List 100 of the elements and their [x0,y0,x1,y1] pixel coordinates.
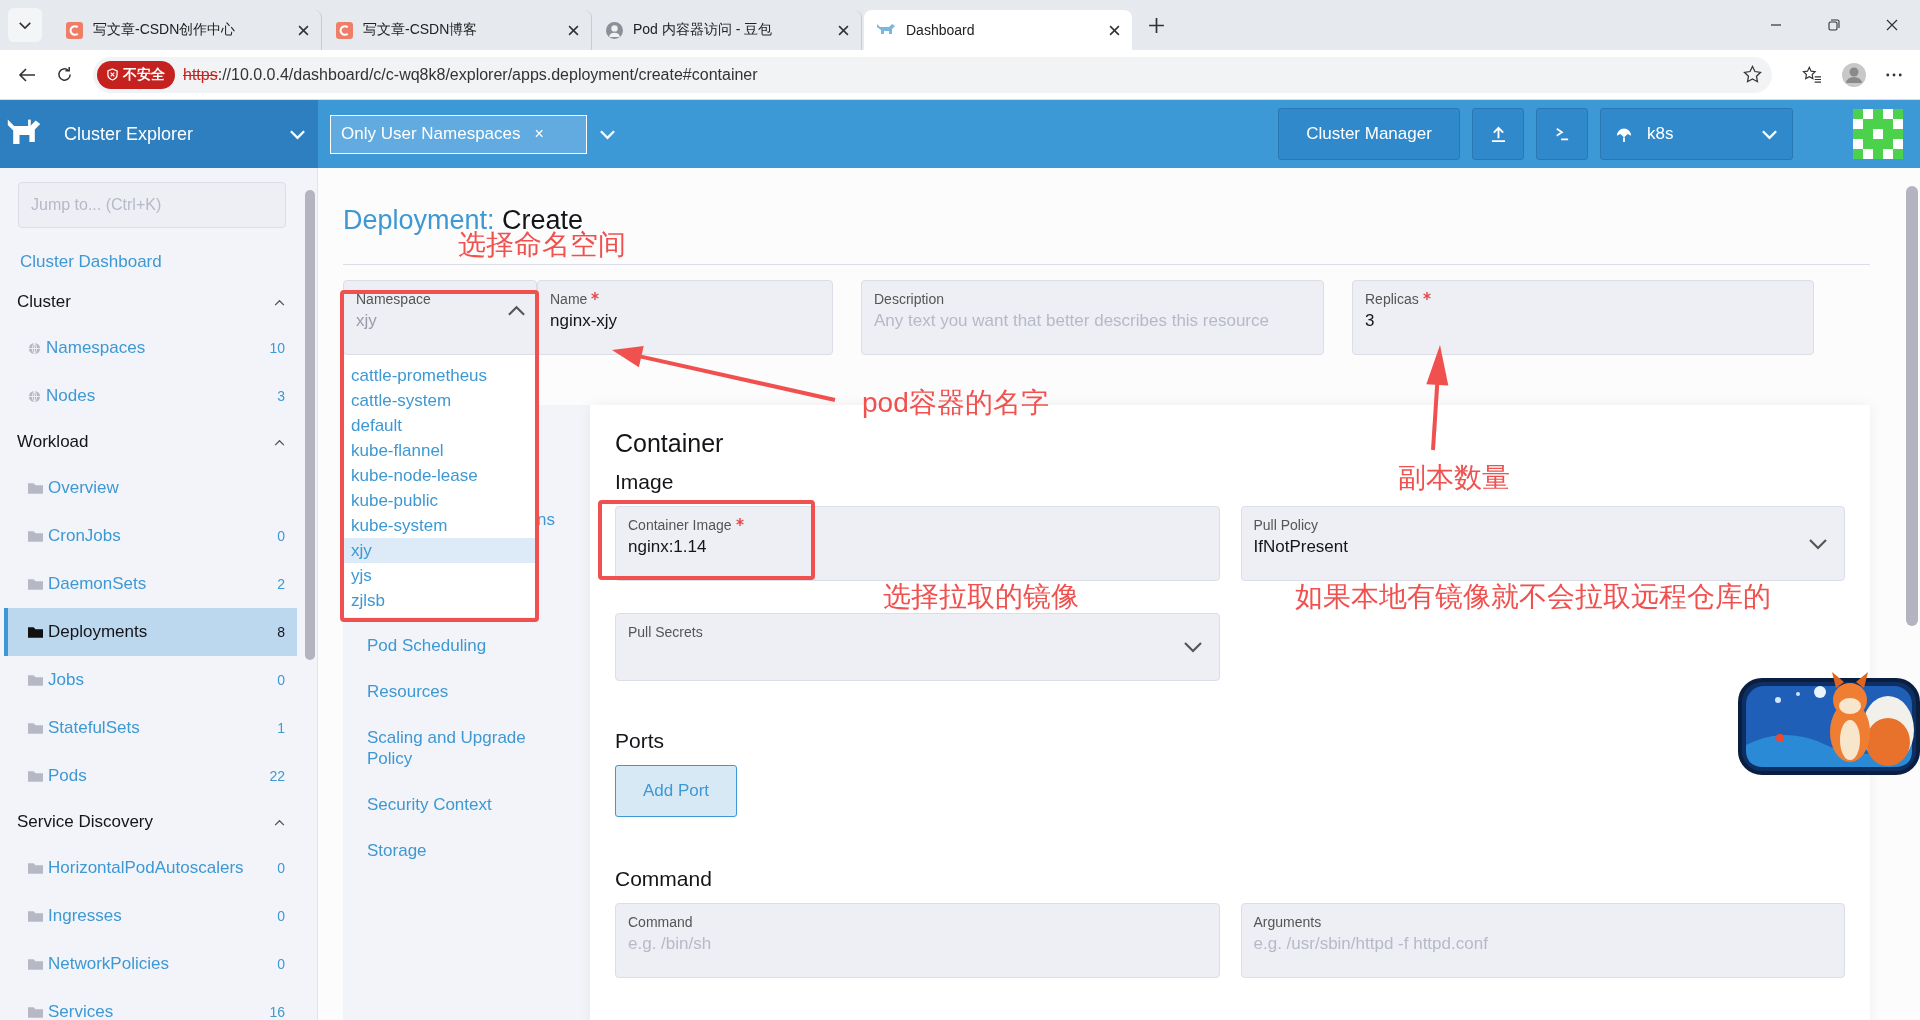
tab-favicon-icon [336,21,353,39]
field-label: Arguments [1253,914,1323,930]
sidebar-item[interactable]: CronJobs 0 [4,512,297,560]
section-link[interactable]: Resources [367,681,547,702]
prompt-icon [1555,127,1569,141]
close-icon[interactable] [1109,24,1120,36]
star-icon[interactable] [1743,65,1762,84]
chevron-down-icon[interactable] [599,128,616,140]
section-link[interactable]: Pod Scheduling [367,635,547,656]
section-link[interactable]: Scaling and Upgrade Policy [367,727,547,769]
restore-icon[interactable] [1828,19,1840,31]
input-field[interactable]: Name nginx-xjy [537,280,833,355]
chip-remove[interactable]: × [534,125,544,143]
new-tab-icon[interactable] [1148,16,1165,34]
back-icon[interactable] [18,66,36,83]
section-link[interactable]: Security Context [367,794,547,815]
more-icon[interactable] [1886,72,1902,77]
globe-icon [28,389,41,403]
close-icon[interactable] [838,24,849,36]
sidebar-item[interactable]: Nodes 3 [4,372,297,420]
input-field[interactable]: Description Any text you want that better describes this resource [861,280,1324,355]
upload-icon [1490,125,1506,143]
dropdown-option[interactable]: kube-flannel [343,438,537,463]
input-field[interactable]: Container Image nginx:1.14 [615,506,1220,581]
chevron-down-icon [1182,641,1203,653]
favorites-icon[interactable] [1802,65,1822,84]
count: 0 [277,528,285,544]
dropdown-option[interactable]: cattle-system [343,388,537,413]
cow-logo-icon [876,23,896,37]
address-field[interactable]: 不安全 https://10.0.0.4/dashboard/c/c-wq8k8/explorer/apps.deployment/create#container [93,56,1772,93]
input-field[interactable]: Replicas 3 [1352,280,1814,355]
browser-tab[interactable]: Dashboard [864,10,1132,50]
dropdown-option[interactable]: yjs [343,563,537,588]
group-title: Workload [17,432,90,452]
sidebar-item[interactable]: DaemonSets 2 [4,560,297,608]
sidebar-item[interactable]: HorizontalPodAutoscalers 0 [4,844,297,892]
section-heading: Image [615,470,674,494]
placeholder-text: e.g. /usr/sbin/httpd -f httpd.conf [1253,934,1488,954]
nav-group-header[interactable]: Workload [4,420,297,464]
upload-button[interactable] [1472,108,1524,160]
annotation-text: 选择拉取的镜像 [883,582,1079,612]
count: 3 [277,388,285,404]
sidebar-item[interactable]: Pods 22 [4,752,297,800]
field-value: xjy [356,311,377,331]
count: 0 [277,860,285,876]
dropdown-option[interactable]: xjy [343,538,537,563]
placeholder-text: Any text you want that better describes this resource [874,311,1269,331]
field-label: Pull Policy [1253,517,1320,533]
annotation-text: 如果本地有镜像就不会拉取远程仓库的 [1295,582,1771,612]
required-icon [591,292,600,300]
folder-icon [28,578,43,590]
count: 10 [269,340,285,356]
product-menu[interactable]: Cluster Explorer [0,100,318,168]
input-field[interactable]: Arguments e.g. /usr/sbin/httpd -f httpd.conf [1240,903,1845,978]
select-field[interactable]: Pull Policy IfNotPresent [1240,506,1845,581]
sidebar-item[interactable]: NetworkPolicies 0 [4,940,297,988]
sidebar-item[interactable]: Namespaces 10 [4,324,297,372]
dropdown-option[interactable]: default [343,413,537,438]
not-secure-badge[interactable]: 不安全 [97,60,175,89]
dropdown-option[interactable]: cattle-prometheus [343,363,537,388]
namespace-filter[interactable]: Only User Namespaces × [330,114,587,154]
field-label: Pull Secrets [628,624,704,640]
tab-title: Pod 内容器访问 - 豆包 [633,21,774,39]
select-field[interactable]: Namespace xjy [343,280,537,355]
tab-favicon-icon [66,21,83,39]
sidebar-item[interactable]: StatefulSets 1 [4,704,297,752]
nav-group-header[interactable]: Cluster [4,280,297,324]
filter-label: Only User Namespaces [341,124,521,144]
select-field[interactable]: Pull Secrets [615,613,1220,681]
folder-icon [28,1006,43,1018]
annotation-text: 副本数量 [1398,463,1510,493]
dropdown-option[interactable]: kube-node-lease [343,463,537,488]
add-port-button[interactable]: Add Port [615,765,737,817]
field-label: Namespace [356,291,432,307]
input-field[interactable]: Command e.g. /bin/sh [615,903,1220,978]
cluster-dashboard-link[interactable]: Cluster Dashboard [20,252,297,272]
search-field[interactable]: Jump to... (Ctrl+K) [18,182,286,228]
sidebar-item[interactable]: Ingresses 0 [4,892,297,940]
sidebar-item[interactable]: Jobs 0 [4,656,297,704]
sidebar-item[interactable]: Overview [4,464,297,512]
sidebar-item[interactable]: Services 16 [4,988,297,1020]
close-icon[interactable] [298,24,309,36]
chevron-down-icon [289,128,306,140]
count: 0 [277,956,285,972]
cluster-select[interactable]: k8s [1600,108,1793,160]
field-value: nginx:1.14 [628,537,707,557]
nav-group-header[interactable]: Service Discovery [4,800,297,844]
cluster-manager-button[interactable]: Cluster Manager [1278,108,1460,160]
dropdown-option[interactable]: kube-system [343,513,537,538]
section-link[interactable]: Storage [367,840,547,861]
profile-icon[interactable] [1842,62,1866,87]
dropdown-option[interactable]: kube-public [343,488,537,513]
dropdown-option[interactable]: zjlsb [343,588,537,613]
tab-list-button[interactable] [8,8,42,42]
close-icon[interactable] [1886,19,1898,31]
close-icon[interactable] [568,24,579,36]
folder-icon [28,722,43,734]
chevron-down-icon [1761,128,1778,140]
sidebar-item[interactable]: Deployments 8 [4,608,297,656]
reload-icon[interactable] [56,66,73,83]
